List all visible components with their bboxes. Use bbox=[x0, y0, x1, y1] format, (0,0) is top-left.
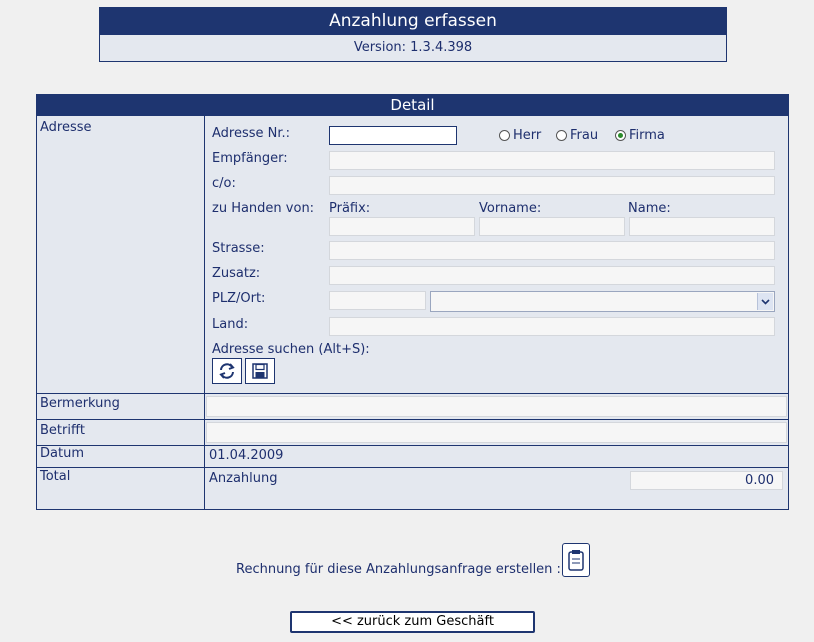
co-label: c/o: bbox=[212, 176, 236, 191]
radio-firma[interactable]: Firma bbox=[615, 128, 665, 143]
title-panel: Anzahlung erfassen Version: 1.3.4.398 bbox=[99, 7, 727, 62]
rechnung-label: Rechnung für diese Anzahlungsanfrage ers… bbox=[236, 562, 561, 577]
total-amount-input[interactable]: 0.00 bbox=[630, 471, 783, 490]
column-divider bbox=[204, 116, 205, 510]
chevron-down-icon[interactable] bbox=[757, 293, 773, 310]
zusatz-input[interactable] bbox=[329, 266, 775, 285]
section-label-total: Total bbox=[40, 469, 71, 484]
detail-title: Detail bbox=[37, 95, 788, 116]
vorname-label: Vorname: bbox=[479, 201, 542, 216]
adresse-suchen-label: Adresse suchen (Alt+S): bbox=[212, 342, 370, 357]
vorname-input[interactable] bbox=[479, 217, 625, 236]
ort-select[interactable] bbox=[430, 291, 775, 312]
radio-frau[interactable]: Frau bbox=[556, 128, 598, 143]
radio-herr-label: Herr bbox=[513, 128, 542, 143]
refresh-icon bbox=[219, 363, 235, 379]
section-label-datum: Datum bbox=[40, 446, 84, 461]
save-icon bbox=[252, 363, 268, 379]
empfaenger-input[interactable] bbox=[329, 151, 775, 170]
praefix-input[interactable] bbox=[329, 217, 475, 236]
radio-firma-label: Firma bbox=[629, 128, 665, 143]
section-label-betrifft: Betrifft bbox=[40, 423, 86, 438]
row-divider bbox=[37, 467, 788, 468]
land-input[interactable] bbox=[329, 317, 775, 336]
zusatz-label: Zusatz: bbox=[212, 266, 261, 281]
section-label-bemerkung: Bermerkung bbox=[40, 396, 120, 411]
create-invoice-button[interactable] bbox=[562, 543, 590, 577]
save-button[interactable] bbox=[245, 358, 275, 384]
radio-firma-circle[interactable] bbox=[615, 130, 626, 141]
strasse-label: Strasse: bbox=[212, 241, 265, 256]
land-label: Land: bbox=[212, 317, 249, 332]
total-anzahlung-label: Anzahlung bbox=[209, 471, 278, 486]
plz-ort-label: PLZ/Ort: bbox=[212, 291, 266, 306]
praefix-label: Präfix: bbox=[329, 201, 371, 216]
zu-handen-label: zu Handen von: bbox=[212, 201, 315, 216]
radio-frau-circle[interactable] bbox=[556, 130, 567, 141]
refresh-button[interactable] bbox=[212, 358, 242, 384]
row-divider bbox=[37, 445, 788, 446]
radio-herr[interactable]: Herr bbox=[499, 128, 541, 143]
radio-herr-circle[interactable] bbox=[499, 130, 510, 141]
bemerkung-input[interactable] bbox=[206, 396, 787, 417]
betrifft-input[interactable] bbox=[206, 422, 787, 443]
co-input[interactable] bbox=[329, 176, 775, 195]
radio-frau-label: Frau bbox=[570, 128, 599, 143]
page-title: Anzahlung erfassen bbox=[100, 8, 726, 35]
plz-input[interactable] bbox=[329, 291, 426, 310]
strasse-input[interactable] bbox=[329, 241, 775, 260]
detail-panel: Detail Adresse Bermerkung Betrifft Datum… bbox=[36, 94, 789, 510]
row-divider bbox=[37, 393, 788, 394]
section-label-adresse: Adresse bbox=[40, 120, 92, 135]
adresse-nr-label: Adresse Nr.: bbox=[212, 126, 291, 141]
name-input[interactable] bbox=[629, 217, 775, 236]
version-label: Version: 1.3.4.398 bbox=[353, 40, 473, 55]
name-label: Name: bbox=[628, 201, 671, 216]
empfaenger-label: Empfänger: bbox=[212, 151, 288, 166]
back-to-business-button[interactable]: << zurück zum Geschäft bbox=[290, 611, 535, 633]
adresse-nr-input[interactable] bbox=[329, 126, 457, 145]
notepad-icon bbox=[568, 550, 584, 571]
datum-value: 01.04.2009 bbox=[209, 448, 284, 463]
row-divider bbox=[37, 419, 788, 420]
